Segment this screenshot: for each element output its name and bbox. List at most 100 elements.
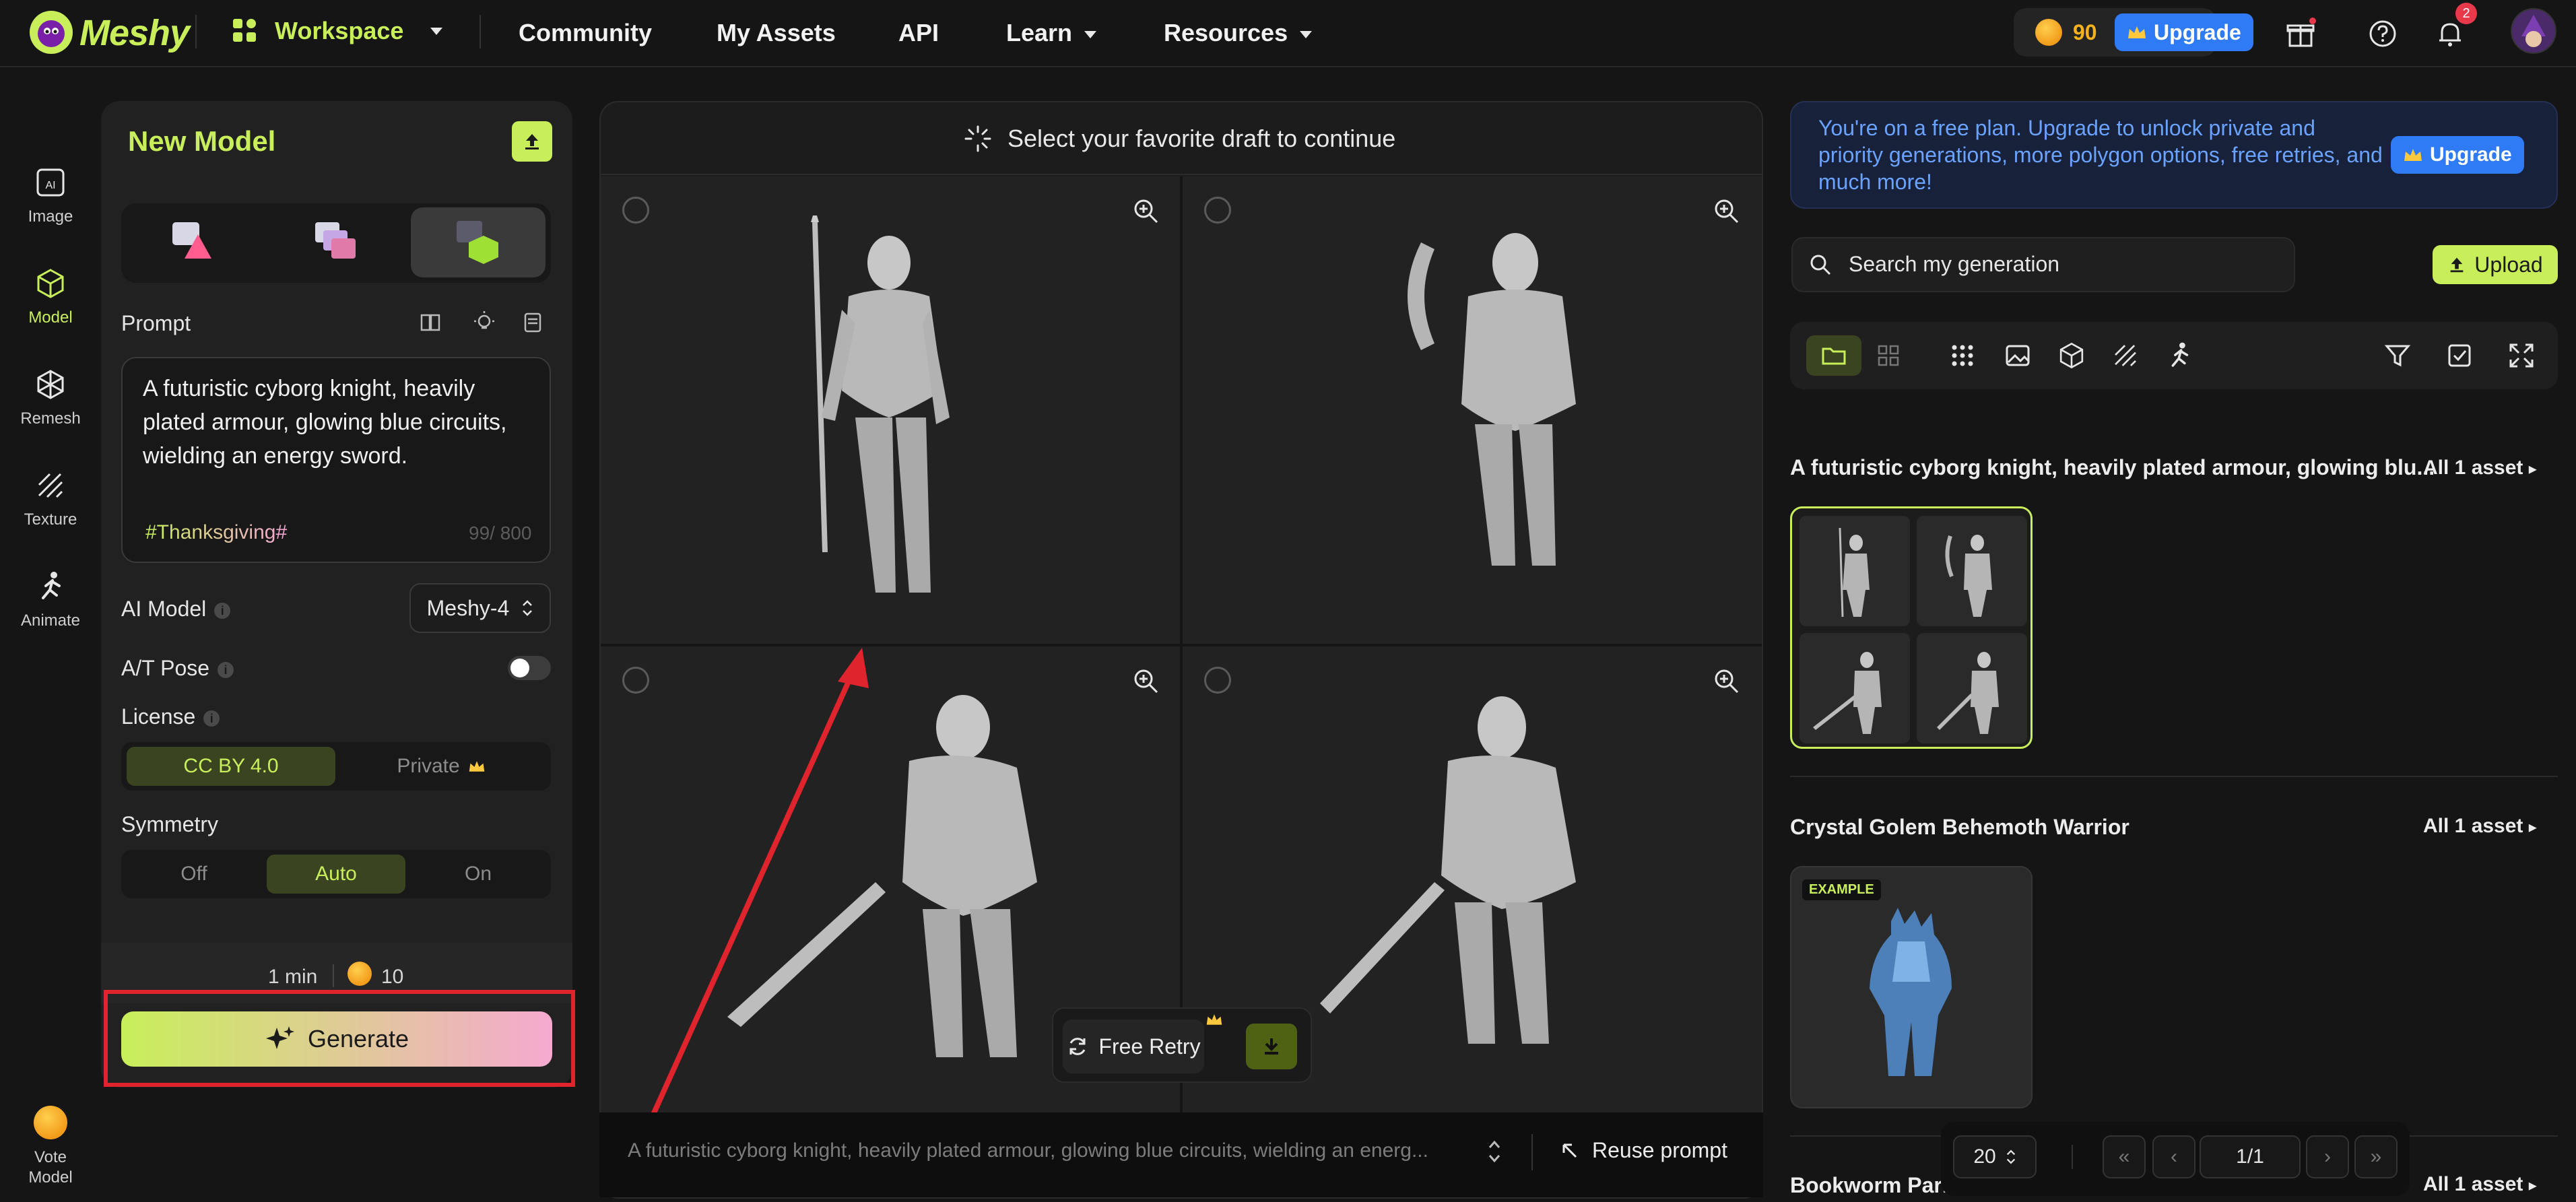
prev-page-button[interactable]: ‹	[2152, 1135, 2195, 1178]
golem-thumbnail	[1870, 908, 1952, 1076]
group-title[interactable]: Crystal Golem Behemoth Warrior	[1790, 815, 2129, 840]
prompt-text[interactable]: A futuristic cyborg knight, heavily plat…	[143, 372, 533, 473]
updown-chevron-icon	[523, 600, 533, 616]
credit-coin-icon	[2035, 19, 2062, 46]
asset-card-example[interactable]	[1790, 866, 2033, 1108]
license-private-label: Private	[397, 755, 460, 777]
crown-icon	[1206, 1014, 1222, 1025]
grid-view-icon[interactable]	[1874, 341, 1903, 370]
notification-badge: 2	[2455, 3, 2477, 24]
rail-vote-model[interactable]: Vote Model	[0, 1106, 101, 1188]
all-assets-link[interactable]: All 1 asset ▸	[2423, 1173, 2537, 1196]
banner-upgrade-button[interactable]: Upgrade	[2391, 136, 2524, 174]
symmetry-auto[interactable]: Auto	[267, 855, 405, 894]
nav-resources[interactable]: Resources	[1164, 19, 1313, 47]
texture-filter-icon[interactable]	[2111, 341, 2140, 370]
draft-select-radio-1[interactable]	[622, 197, 649, 224]
zoom-in-icon[interactable]	[1711, 665, 1742, 696]
upload-icon	[2450, 257, 2464, 273]
credit-balance: 90	[2073, 20, 2097, 44]
symmetry-on[interactable]: On	[411, 855, 546, 894]
rail-animate[interactable]: Animate	[0, 570, 101, 630]
pose-toggle[interactable]	[508, 656, 551, 680]
draft-select-radio-4[interactable]	[1204, 667, 1231, 694]
first-page-button[interactable]: «	[2103, 1135, 2146, 1178]
rail-model[interactable]: Model	[0, 267, 101, 327]
nav-learn[interactable]: Learn	[1006, 19, 1097, 47]
license-cc-by[interactable]: CC BY 4.0	[127, 747, 335, 786]
nav-my-assets[interactable]: My Assets	[717, 19, 836, 47]
crown-icon	[2128, 26, 2146, 38]
upload-icon[interactable]	[512, 121, 552, 162]
page-indicator[interactable]: 1/1	[2200, 1135, 2301, 1178]
all-types-icon[interactable]	[1948, 341, 1977, 370]
last-page-button[interactable]: »	[2354, 1135, 2398, 1178]
mode-text-to-3d[interactable]	[127, 207, 261, 277]
nav-learn-label: Learn	[1006, 19, 1073, 46]
folder-view-button[interactable]	[1806, 335, 1861, 376]
image-filter-icon[interactable]	[2003, 341, 2033, 370]
hashtag[interactable]: #Thanksgiving#	[145, 521, 287, 544]
upgrade-button[interactable]: Upgrade	[2115, 13, 2253, 51]
animation-filter-icon[interactable]	[2165, 341, 2194, 370]
meshy-logo-icon[interactable]	[30, 11, 73, 54]
download-button[interactable]	[1246, 1024, 1297, 1069]
info-icon[interactable]: i	[218, 661, 234, 678]
avatar[interactable]	[2511, 8, 2556, 54]
gift-icon[interactable]	[2284, 18, 2317, 50]
mode-multi-image[interactable]	[268, 207, 403, 277]
search-icon	[1810, 255, 1831, 275]
all-assets-link[interactable]: All 1 asset ▸	[2423, 815, 2537, 838]
multi-image-icon	[315, 222, 356, 259]
upload-button[interactable]: Upload	[2433, 245, 2558, 284]
all-assets-link[interactable]: All 1 asset ▸	[2423, 457, 2537, 479]
rail-remesh-label: Remesh	[20, 409, 81, 428]
ai-model-label: AI Model i	[121, 597, 231, 622]
all-assets-label: All 1 asset	[2423, 457, 2523, 479]
fullscreen-icon[interactable]	[2507, 341, 2536, 370]
mode-text-to-model[interactable]	[411, 207, 546, 277]
highlight-annotation	[104, 990, 575, 1087]
nav-api[interactable]: API	[898, 19, 939, 47]
cube-icon	[37, 269, 64, 298]
updown-chevron-icon	[2006, 1149, 2015, 1164]
remesh-icon	[37, 370, 64, 399]
group-title[interactable]: A futuristic cyborg knight, heavily plat…	[1790, 455, 2435, 480]
zoom-in-icon[interactable]	[1130, 195, 1161, 226]
rail-texture[interactable]: Texture	[0, 469, 101, 529]
free-retry-button[interactable]: Free Retry	[1063, 1020, 1204, 1073]
info-icon[interactable]: i	[214, 602, 231, 619]
rail-image[interactable]: AI Image	[0, 166, 101, 226]
next-page-button[interactable]: ›	[2306, 1135, 2349, 1178]
nav-workspace[interactable]: Workspace	[230, 16, 443, 46]
info-icon[interactable]: i	[203, 710, 220, 727]
rail-remesh[interactable]: Remesh	[0, 368, 101, 428]
symmetry-label: Symmetry	[121, 812, 218, 836]
help-icon[interactable]	[2367, 18, 2399, 50]
example-badge: EXAMPLE	[1802, 879, 1881, 900]
text-to-model-icon	[457, 221, 498, 264]
draft-select-radio-2[interactable]	[1204, 197, 1231, 224]
zoom-in-icon[interactable]	[1130, 665, 1161, 696]
page-size-select[interactable]: 20	[1953, 1135, 2037, 1178]
upgrade-banner-text: You're on a free plan. Upgrade to unlock…	[1818, 116, 2383, 194]
download-icon	[1265, 1038, 1278, 1055]
updown-chevron-icon[interactable]	[1487, 1138, 1502, 1165]
rail-image-label: Image	[28, 207, 73, 226]
reuse-prompt-button[interactable]: Reuse prompt	[1560, 1138, 1727, 1163]
notes-icon[interactable]	[520, 310, 546, 335]
license-private[interactable]: Private	[337, 747, 546, 786]
filter-icon[interactable]	[2383, 341, 2412, 370]
zoom-in-icon[interactable]	[1711, 195, 1742, 226]
ai-model-select[interactable]: Meshy-4	[409, 583, 551, 633]
lightbulb-icon[interactable]	[471, 310, 497, 335]
brand-name[interactable]: Meshy	[79, 12, 190, 54]
model-filter-icon[interactable]	[2057, 341, 2086, 370]
nav-community[interactable]: Community	[519, 19, 652, 47]
license-label-text: License	[121, 704, 196, 729]
group-title[interactable]: Bookworm Parro	[1790, 1173, 1964, 1198]
texture-icon	[38, 473, 63, 498]
select-checkbox-icon[interactable]	[2445, 341, 2474, 370]
book-icon[interactable]	[418, 310, 443, 335]
symmetry-off[interactable]: Off	[127, 855, 261, 894]
